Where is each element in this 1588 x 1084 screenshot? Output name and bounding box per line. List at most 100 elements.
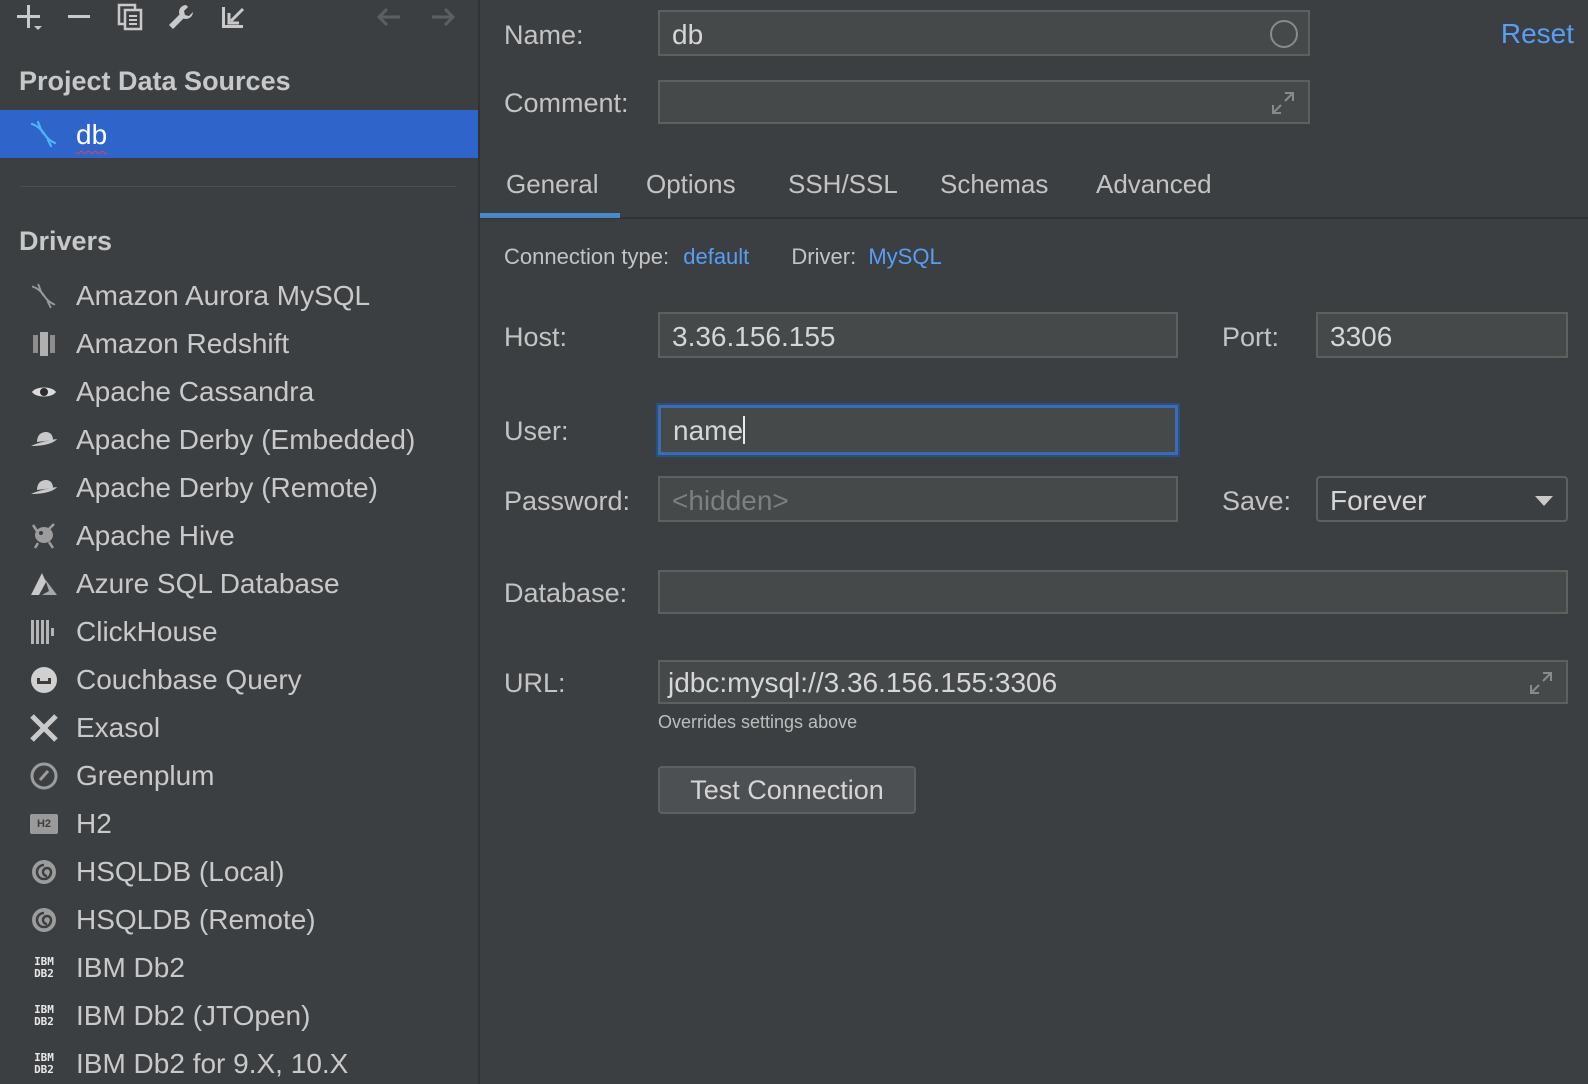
section-divider [20,186,456,187]
clickhouse-icon [28,616,60,648]
driver-label: Exasol [76,712,161,743]
ibm-badge-bottom: DB2 [34,1063,54,1076]
driver-item[interactable]: Azure SQL Database [0,560,478,608]
azure-icon [28,568,60,600]
test-connection-button[interactable]: Test Connection [658,766,916,814]
driver-label: HSQLDB (Remote) [76,904,316,935]
driver-label: IBM Db2 (JTOpen) [76,1000,311,1031]
driver-item[interactable]: Apache Derby (Embedded) [0,416,478,464]
host-field[interactable]: 3.36.156.155 [658,312,1178,358]
driver-label: Amazon Aurora MySQL [76,280,371,311]
driver-item[interactable]: H2 H2 [0,800,478,848]
name-field[interactable]: db [658,10,1310,56]
driver-label: Apache Derby (Embedded) [76,424,416,455]
driver-item[interactable]: Apache Derby (Remote) [0,464,478,512]
comment-field[interactable] [658,80,1310,124]
expand-icon[interactable] [1270,90,1296,121]
driver-item[interactable]: Amazon Redshift [0,320,478,368]
tab-general[interactable]: General [506,169,599,200]
driver-label: IBM Db2 [76,952,185,983]
name-label: Name: [504,20,584,50]
driver-item[interactable]: IBM DB2 IBM Db2 [0,944,478,992]
connection-info: Connection type: default Driver: MySQL [504,244,942,270]
user-label: User: [504,416,569,446]
tab-schemas[interactable]: Schemas [940,169,1048,200]
driver-item[interactable]: Couchbase Query [0,656,478,704]
hive-bee-icon [28,520,60,552]
mysql-dolphin-icon [28,118,60,150]
couchbase-icon [28,664,60,696]
driver-item[interactable]: IBM DB2 IBM Db2 for 9.X, 10.X [0,1040,478,1084]
driver-item[interactable]: HSQLDB (Remote) [0,896,478,944]
active-tab-indicator [480,213,620,218]
duplicate-icon[interactable] [115,2,145,32]
connection-type-label: Connection type: [504,244,670,269]
aurora-mysql-icon [28,280,60,312]
host-label: Host: [504,322,568,352]
import-icon[interactable] [218,2,248,32]
database-label: Database: [504,578,628,608]
driver-item[interactable]: Apache Hive [0,512,478,560]
back-icon[interactable] [374,2,404,32]
password-placeholder: <hidden> [672,485,789,516]
user-value: name [673,415,746,447]
add-icon[interactable] [14,2,44,32]
url-label: URL: [504,668,566,698]
host-value: 3.36.156.155 [672,321,836,352]
database-field[interactable] [658,570,1568,614]
driver-label: Apache Derby (Remote) [76,472,378,503]
driver-item[interactable]: Exasol [0,704,478,752]
forward-icon[interactable] [428,2,458,32]
tab-bar: General Options SSH/SSL Schemas Advanced [480,165,1588,219]
driver-item[interactable]: Greenplum [0,752,478,800]
expand-icon[interactable] [1528,670,1554,701]
data-source-item-db[interactable]: db [0,110,478,158]
port-field[interactable]: 3306 [1316,312,1568,358]
hsqldb-icon [28,856,60,888]
driver-label: Amazon Redshift [76,328,290,359]
tab-advanced[interactable]: Advanced [1096,169,1212,200]
ibm-badge-bottom: DB2 [34,967,54,980]
driver-label: Apache Cassandra [76,376,315,407]
tab-options[interactable]: Options [646,169,736,200]
driver-label: Greenplum [76,760,215,791]
driver-item[interactable]: Amazon Aurora MySQL [0,272,478,320]
project-data-sources-heading: Project Data Sources [19,66,291,96]
driver-label: IBM Db2 for 9.X, 10.X [76,1048,349,1079]
save-value: Forever [1330,485,1427,516]
save-dropdown[interactable]: Forever [1316,476,1568,522]
ibm-db2-icon: IBM DB2 [28,1000,60,1032]
connection-type-link[interactable]: default [683,244,749,269]
hsqldb-icon [28,904,60,936]
port-value: 3306 [1330,321,1393,352]
derby-hat-icon [28,424,60,456]
driver-list: Amazon Aurora MySQL Amazon Redshift Apac… [0,272,478,1084]
driver-item[interactable]: IBM DB2 IBM Db2 (JTOpen) [0,992,478,1040]
comment-label: Comment: [504,88,629,118]
redshift-icon [28,328,60,360]
name-value: db [672,19,704,50]
color-circle-icon[interactable] [1270,20,1298,48]
user-field[interactable]: name [658,405,1178,455]
driver-item[interactable]: ClickHouse [0,608,478,656]
url-value: jdbc:mysql://3.36.156.155:3306 [668,667,1058,698]
remove-icon[interactable] [64,2,94,32]
url-field[interactable]: jdbc:mysql://3.36.156.155:3306 [658,660,1568,704]
driver-item[interactable]: HSQLDB (Local) [0,848,478,896]
ibm-badge-bottom: DB2 [34,1015,54,1028]
tab-ssh-ssl[interactable]: SSH/SSL [788,169,898,200]
driver-item[interactable]: Apache Cassandra [0,368,478,416]
password-field[interactable]: <hidden> [658,476,1178,522]
user-text: name [673,415,744,446]
save-label: Save: [1222,486,1292,516]
wrench-icon[interactable] [166,2,196,32]
text-caret [743,416,746,444]
password-label: Password: [504,486,631,516]
cassandra-eye-icon [28,376,60,408]
driver-link[interactable]: MySQL [868,244,941,269]
drivers-heading: Drivers [19,226,113,256]
driver-label: ClickHouse [76,616,218,647]
driver-label: Apache Hive [76,520,235,551]
derby-hat-icon [28,472,60,504]
reset-link[interactable]: Reset [1501,18,1574,50]
